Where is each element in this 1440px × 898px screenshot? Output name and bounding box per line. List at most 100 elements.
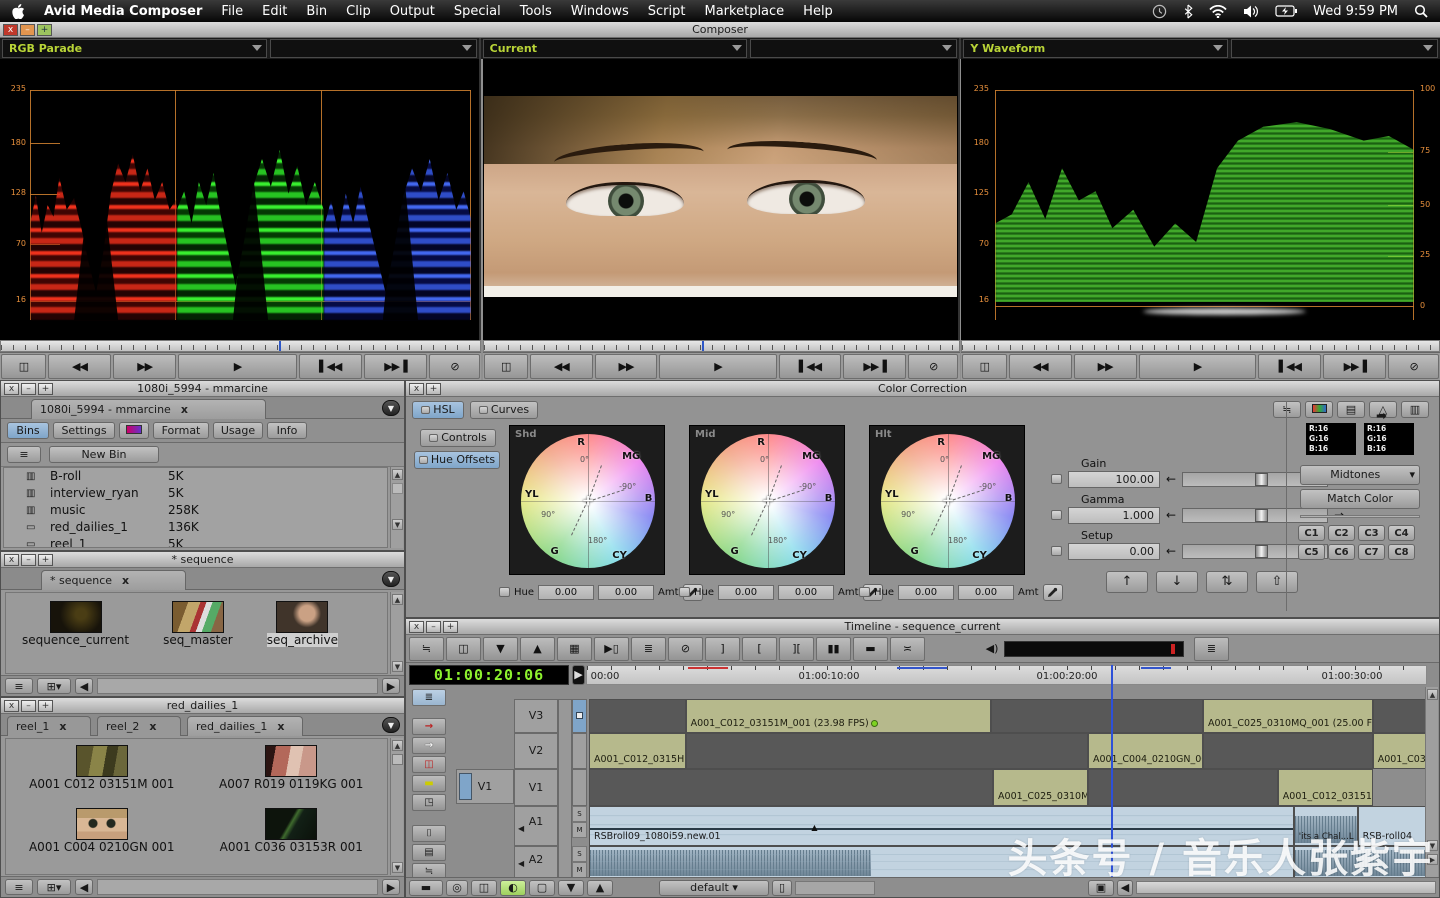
audio-clip[interactable]	[1294, 846, 1429, 879]
audio-clip[interactable]: ▲ RSBroll09_1080i59.new.01	[589, 806, 1294, 846]
close-button[interactable]: x	[4, 383, 19, 395]
slider-left-arrow[interactable]: ←	[1166, 472, 1176, 486]
bluetooth-icon[interactable]	[1183, 4, 1193, 19]
mark-in-icon[interactable]: ▼	[483, 637, 518, 661]
video-quality-icon[interactable]: ◫	[446, 637, 481, 661]
fast-menu-button[interactable]: ▼	[382, 717, 400, 733]
step-backward-icon[interactable]: ▼	[558, 880, 584, 896]
stop-button[interactable]: ⊘	[908, 354, 959, 379]
close-tab-icon[interactable]: x	[181, 403, 188, 416]
fast-menu-button[interactable]: ▼	[382, 400, 400, 416]
clip-a007-r019[interactable]: A007 R019 0119KG 001	[200, 745, 384, 806]
apple-menu-icon[interactable]	[12, 4, 25, 19]
next-event-button[interactable]: ▶▶▐	[843, 354, 906, 379]
next-event-button[interactable]: ▶▶▐	[364, 354, 427, 379]
play-button[interactable]: ▶	[178, 354, 296, 379]
left-monitor-mode-dropdown[interactable]: RGB Parade	[2, 39, 267, 58]
zoom-button[interactable]: +	[38, 554, 53, 566]
split-view-button[interactable]: ◫	[484, 354, 528, 379]
master-timecode[interactable]: 01:00:20:06	[409, 665, 569, 685]
close-button[interactable]: x	[409, 383, 424, 395]
timecode-expand-icon[interactable]: ▶	[572, 665, 585, 685]
slider-left-arrow[interactable]: ←	[1166, 544, 1176, 558]
menu-output[interactable]: Output	[390, 4, 435, 19]
minimize-button[interactable]: –	[21, 383, 36, 395]
right-monitor-mode-dropdown[interactable]: Y Waveform	[963, 39, 1228, 58]
split-view-button[interactable]: ◫	[1, 354, 46, 379]
timeline-scrollbar-vertical[interactable]: ▲ ▼ ▶	[1425, 687, 1438, 877]
gain-automation-line[interactable]	[590, 828, 1293, 830]
monitor-v1[interactable]	[572, 769, 587, 806]
fill-window-icon[interactable]: ≣	[631, 637, 666, 661]
bin-row-broll[interactable]: ▥B-roll5K	[4, 468, 387, 485]
zoom-button[interactable]: +	[426, 383, 441, 395]
clip-seq-archive[interactable]: seq_archive	[267, 601, 338, 665]
close-button[interactable]: x	[3, 24, 18, 36]
close-tab-icon[interactable]: x	[122, 574, 129, 587]
record-track-v2[interactable]: V2	[514, 733, 558, 769]
hue-value[interactable]: 0.00	[538, 585, 594, 600]
prev-event-button[interactable]: ▌◀◀	[779, 354, 842, 379]
record-track-a1[interactable]: A1◀	[514, 806, 558, 846]
view-mode-icon[interactable]: ⊞▾	[37, 879, 71, 895]
zoom-button[interactable]: +	[38, 383, 53, 395]
close-button[interactable]: x	[4, 700, 19, 712]
wifi-icon[interactable]	[1209, 5, 1227, 18]
bin-row-interview[interactable]: ▥interview_ryan5K	[4, 485, 387, 502]
timeline-scrollbar-horizontal[interactable]	[1136, 881, 1436, 894]
minimize-button[interactable]: –	[426, 621, 441, 633]
focus-icon[interactable]: ◎	[446, 880, 468, 896]
step-forward-icon[interactable]: ▲	[587, 880, 613, 896]
auto-contrast-icon[interactable]: ⇅	[1206, 571, 1248, 593]
close-button[interactable]: x	[4, 554, 19, 566]
close-tab-icon[interactable]: x	[59, 720, 66, 733]
tab-reel1[interactable]: reel_1x	[7, 716, 91, 736]
controls-button[interactable]: Controls	[420, 429, 496, 447]
menu-edit[interactable]: Edit	[262, 4, 287, 19]
segment-mode-icon[interactable]: ▬	[412, 775, 446, 792]
effect-icon[interactable]: ◳	[412, 794, 446, 811]
composer-titlebar[interactable]: Composer	[0, 22, 1440, 38]
auto-balance-icon[interactable]: ↑	[1106, 571, 1148, 593]
minimize-button[interactable]: –	[20, 24, 35, 36]
timeline-clip[interactable]: A001_C012_03151M	[1278, 769, 1373, 806]
left-monitor-source-dropdown[interactable]	[270, 39, 477, 58]
scrollbar-vertical[interactable]: ▲ ▼	[390, 467, 403, 548]
close-button[interactable]: x	[409, 621, 424, 633]
zoom-button[interactable]: +	[443, 621, 458, 633]
highlights-wheel[interactable]: Hlt R MG B CY G YL 0° -90° 180° 90° +	[869, 425, 1025, 575]
zoom-button[interactable]: +	[38, 700, 53, 712]
menu-bin[interactable]: Bin	[306, 4, 327, 19]
view-preset-dropdown[interactable]: default ▾	[659, 880, 769, 896]
filler-clip[interactable]	[589, 699, 686, 733]
position-bar-right[interactable]	[961, 340, 1440, 352]
rewind-button[interactable]: ◀◀	[48, 354, 111, 379]
timeline-titlebar[interactable]: Timeline - sequence_current	[406, 619, 1439, 635]
color-match-source-swatch[interactable]: R:16G:16B:16	[1306, 423, 1356, 455]
auto-black-icon[interactable]: ↓	[1156, 571, 1198, 593]
status-clock[interactable]: Wed 9:59 PM	[1313, 4, 1398, 19]
correction-bucket-c7[interactable]: C7	[1358, 544, 1385, 560]
app-name[interactable]: Avid Media Composer	[44, 4, 202, 19]
color-swatch-icon[interactable]	[1305, 401, 1333, 418]
filler-clip[interactable]	[1373, 699, 1429, 733]
keyframe-marker[interactable]: ▲	[811, 823, 817, 832]
tab-format[interactable]: Format	[153, 422, 209, 439]
play-button[interactable]: ▶	[659, 354, 776, 379]
search-field[interactable]	[795, 881, 875, 895]
fast-forward-button[interactable]: ▶▶	[595, 354, 658, 379]
scrollbar-vertical[interactable]: ▲ ▼	[390, 738, 403, 875]
menu-marketplace[interactable]: Marketplace	[705, 4, 785, 19]
scroll-right-icon[interactable]: ▶	[382, 879, 400, 895]
amt-value[interactable]: 0.00	[778, 585, 834, 600]
timeline-clip[interactable]: A001_C025_0310MQ_001 (25.00 FPS)	[1203, 699, 1373, 733]
auto-white-icon[interactable]: ⇧	[1256, 571, 1298, 593]
play-button[interactable]: ▶	[1139, 354, 1257, 379]
clip-a001-c012[interactable]: A001 C012 03151M 001	[10, 745, 194, 806]
hue-value[interactable]: 0.00	[898, 585, 954, 600]
current-monitor[interactable]	[483, 59, 960, 340]
match-color-button[interactable]: Match Color	[1300, 489, 1420, 509]
trim-both-icon[interactable]: ][	[779, 637, 814, 661]
menu-tools[interactable]: Tools	[520, 4, 552, 19]
correction-bucket-c2[interactable]: C2	[1328, 525, 1355, 541]
